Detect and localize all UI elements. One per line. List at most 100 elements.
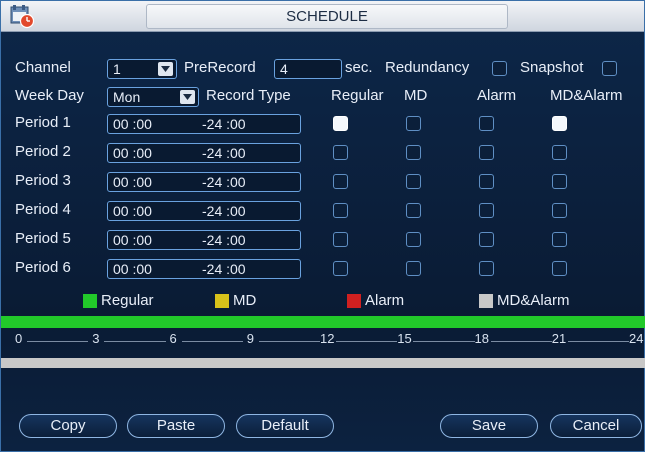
period-alarm-checkbox[interactable]: [479, 145, 494, 160]
period-time-range-input[interactable]: 00 :00 -24 :00: [107, 114, 301, 134]
period-regular-checkbox[interactable]: [333, 261, 348, 276]
timeline-tick-label: 0: [15, 331, 23, 346]
period-start-time[interactable]: 00 :00: [113, 261, 152, 277]
legend-regular-swatch: [83, 294, 97, 308]
sec-label: sec.: [345, 59, 373, 76]
period-time-range-input[interactable]: 00 :00 -24 :00: [107, 143, 301, 163]
period-label: Period 6: [15, 259, 71, 276]
prerecord-label: PreRecord: [184, 59, 256, 76]
column-header-regular: Regular: [331, 87, 384, 104]
period-mdalarm-checkbox[interactable]: [552, 145, 567, 160]
period-end-time[interactable]: -24 :00: [202, 260, 246, 278]
period-end-time[interactable]: -24 :00: [202, 231, 246, 249]
prerecord-input[interactable]: 4: [274, 59, 342, 79]
period-md-checkbox[interactable]: [406, 232, 421, 247]
channel-select[interactable]: 1: [107, 59, 177, 79]
copy-button[interactable]: Copy: [19, 414, 117, 438]
channel-value: 1: [113, 61, 121, 77]
period-start-time[interactable]: 00 :00: [113, 145, 152, 161]
column-header-alarm: Alarm: [477, 87, 517, 104]
record-type-label: Record Type: [206, 87, 291, 104]
redundancy-checkbox[interactable]: [492, 61, 507, 76]
legend-md-label: MD: [233, 292, 257, 309]
timeline-tick-line: [490, 341, 552, 342]
period-md-checkbox[interactable]: [406, 174, 421, 189]
period-alarm-checkbox[interactable]: [479, 232, 494, 247]
period-regular-checkbox[interactable]: [333, 116, 348, 131]
period-end-time[interactable]: -24 :00: [202, 173, 246, 191]
timeline-tick-label: 12: [320, 331, 335, 346]
cancel-button[interactable]: Cancel: [550, 414, 642, 438]
redundancy-label: Redundancy: [385, 59, 470, 76]
period-time-range-input[interactable]: 00 :00 -24 :00: [107, 259, 301, 279]
timeline-regular-bar: [1, 316, 645, 328]
period-mdalarm-checkbox[interactable]: [552, 232, 567, 247]
timeline-tick-line: [258, 341, 320, 342]
title-bar: SCHEDULE: [1, 1, 644, 32]
chevron-down-icon[interactable]: [158, 62, 173, 76]
schedule-app-icon: [9, 3, 35, 29]
period-mdalarm-checkbox[interactable]: [552, 203, 567, 218]
period-label: Period 5: [15, 230, 71, 247]
timeline-mdalarm-bar: [1, 358, 645, 368]
timeline-tick-label: 6: [169, 331, 177, 346]
period-alarm-checkbox[interactable]: [479, 174, 494, 189]
period-regular-checkbox[interactable]: [333, 203, 348, 218]
paste-button[interactable]: Paste: [127, 414, 225, 438]
period-mdalarm-checkbox[interactable]: [552, 174, 567, 189]
period-md-checkbox[interactable]: [406, 203, 421, 218]
timeline-tick-label: 18: [474, 331, 489, 346]
weekday-label: Week Day: [15, 87, 84, 104]
chevron-down-icon[interactable]: [180, 90, 195, 104]
period-end-time[interactable]: -24 :00: [202, 202, 246, 220]
legend-alarm-label: Alarm: [365, 292, 405, 309]
period-label: Period 2: [15, 143, 71, 160]
period-start-time[interactable]: 00 :00: [113, 174, 152, 190]
timeline-tick-line: [104, 341, 166, 342]
snapshot-checkbox[interactable]: [602, 61, 617, 76]
column-header-md: MD: [404, 87, 428, 104]
period-md-checkbox[interactable]: [406, 145, 421, 160]
save-button[interactable]: Save: [440, 414, 538, 438]
legend-mdalarm-swatch: [479, 294, 493, 308]
period-md-checkbox[interactable]: [406, 261, 421, 276]
period-label: Period 3: [15, 172, 71, 189]
timeline-tick-label: 24: [629, 331, 644, 346]
timeline-tick-label: 9: [246, 331, 254, 346]
legend-md-swatch: [215, 294, 229, 308]
period-alarm-checkbox[interactable]: [479, 116, 494, 131]
channel-label: Channel: [15, 59, 71, 76]
timeline-tick-line: [181, 341, 243, 342]
period-start-time[interactable]: 00 :00: [113, 203, 152, 219]
period-regular-checkbox[interactable]: [333, 174, 348, 189]
period-regular-checkbox[interactable]: [333, 145, 348, 160]
period-time-range-input[interactable]: 00 :00 -24 :00: [107, 230, 301, 250]
period-mdalarm-checkbox[interactable]: [552, 261, 567, 276]
period-end-time[interactable]: -24 :00: [202, 144, 246, 162]
period-md-checkbox[interactable]: [406, 116, 421, 131]
snapshot-label: Snapshot: [520, 59, 584, 76]
period-label: Period 1: [15, 114, 71, 131]
window-title: SCHEDULE: [146, 4, 508, 29]
column-header-mdalarm: MD&Alarm: [550, 87, 623, 104]
period-mdalarm-checkbox[interactable]: [552, 116, 567, 131]
period-start-time[interactable]: 00 :00: [113, 116, 152, 132]
timeline-tick-label: 3: [92, 331, 100, 346]
legend-mdalarm-label: MD&Alarm: [497, 292, 570, 309]
legend-regular-label: Regular: [101, 292, 154, 309]
period-end-time[interactable]: -24 :00: [202, 115, 246, 133]
legend-alarm-swatch: [347, 294, 361, 308]
weekday-select[interactable]: Mon: [107, 87, 199, 107]
timeline-tick-line: [336, 341, 398, 342]
timeline-tick-line: [27, 341, 89, 342]
period-time-range-input[interactable]: 00 :00 -24 :00: [107, 172, 301, 192]
period-start-time[interactable]: 00 :00: [113, 232, 152, 248]
weekday-value: Mon: [113, 89, 141, 105]
timeline-tick-label: 21: [551, 331, 567, 346]
period-regular-checkbox[interactable]: [333, 232, 348, 247]
period-alarm-checkbox[interactable]: [479, 261, 494, 276]
timeline-tick-line: [567, 341, 629, 342]
default-button[interactable]: Default: [236, 414, 334, 438]
period-alarm-checkbox[interactable]: [479, 203, 494, 218]
period-time-range-input[interactable]: 00 :00 -24 :00: [107, 201, 301, 221]
